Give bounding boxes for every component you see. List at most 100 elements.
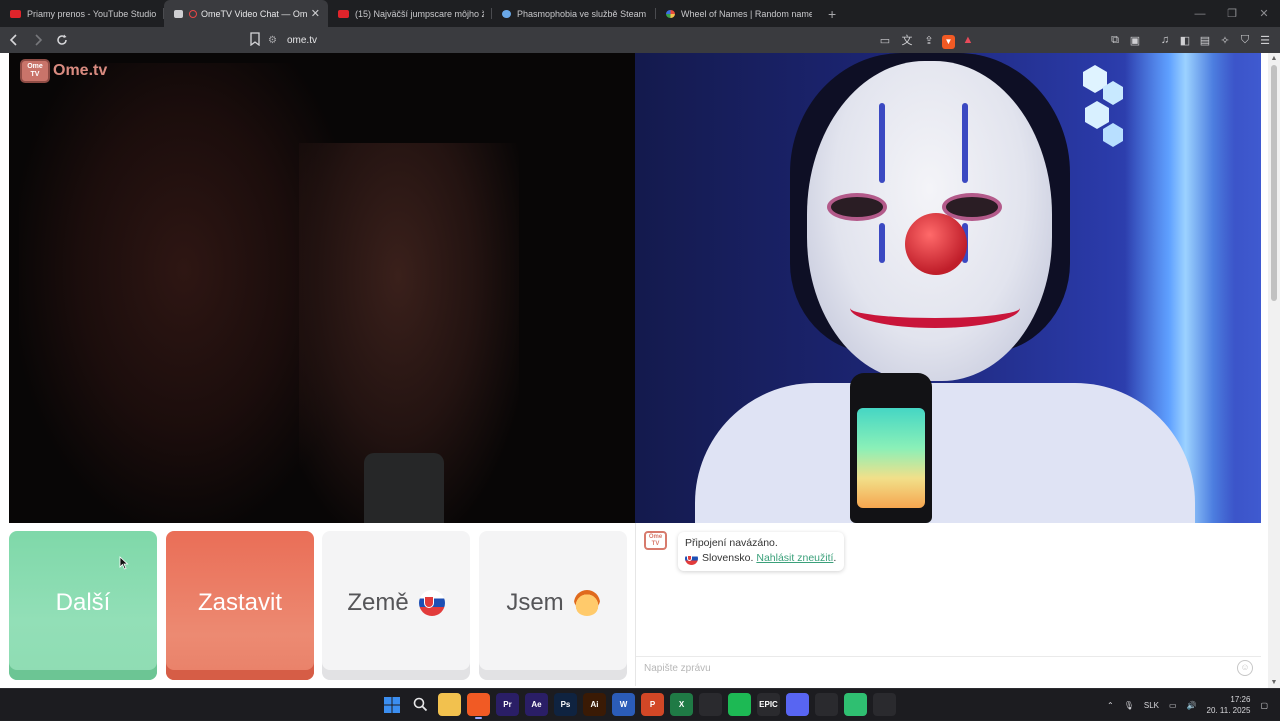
scroll-up-arrow-icon[interactable]: ▲ bbox=[1268, 55, 1280, 62]
brave-shields-icon[interactable]: ▼ bbox=[942, 34, 955, 49]
ometv-logo-text: Ome.tv bbox=[53, 62, 108, 79]
language-indicator[interactable]: SLK bbox=[1144, 701, 1159, 710]
excel-taskbar-icon[interactable]: X bbox=[670, 693, 693, 716]
tab-title: (15) Najväčší jumpscare môjho života bbox=[355, 8, 484, 19]
back-button[interactable] bbox=[4, 30, 24, 50]
translate-icon[interactable]: 文 bbox=[898, 30, 916, 50]
page-scrollbar[interactable]: ▲ ▼ bbox=[1268, 53, 1280, 688]
minimize-button[interactable]: — bbox=[1184, 0, 1216, 27]
after-effects-taskbar-icon[interactable]: Ae bbox=[525, 693, 548, 716]
cast-icon[interactable]: ▭ bbox=[876, 30, 894, 50]
report-suffix: . bbox=[833, 552, 837, 564]
sidebar-icon[interactable]: ◧ bbox=[1176, 30, 1194, 50]
tab-title: Phasmophobia ve službě Steam bbox=[517, 8, 647, 19]
gender-select-button[interactable]: Jsem bbox=[479, 531, 627, 680]
share-icon[interactable]: ⇪ bbox=[920, 30, 938, 50]
youtube-icon bbox=[338, 9, 349, 18]
forward-button[interactable] bbox=[28, 30, 48, 50]
extension-icons: ⧉ ▣ ♫ ◧ ▤ ✧ ⛉ ☰ bbox=[1106, 30, 1274, 50]
menu-icon[interactable]: ☰ bbox=[1256, 30, 1274, 50]
tab-title: Priamy prenos - YouTube Studio bbox=[27, 8, 156, 19]
extensions-icon[interactable]: ⧉ bbox=[1106, 30, 1124, 50]
ometv-logo[interactable]: Ome TV Ome.tv bbox=[20, 59, 107, 83]
clock[interactable]: 17:26 20. 11. 2025 bbox=[1207, 694, 1251, 716]
notifications-icon[interactable]: ▢ bbox=[1260, 701, 1268, 710]
forward-arrow-icon bbox=[35, 34, 43, 46]
back-arrow-icon bbox=[9, 34, 17, 46]
hexagon-lights bbox=[1083, 65, 1123, 147]
network-icon[interactable]: ▭ bbox=[1169, 701, 1177, 710]
ome-app-taskbar-icon[interactable] bbox=[844, 693, 867, 716]
tab-youtube-video[interactable]: (15) Najväčší jumpscare môjho života bbox=[328, 0, 492, 27]
reload-icon bbox=[57, 34, 67, 45]
screenshot-icon[interactable]: ▣ bbox=[1126, 30, 1144, 50]
scroll-down-arrow-icon[interactable]: ▼ bbox=[1268, 679, 1280, 686]
vpn-icon[interactable]: ⛉ bbox=[1236, 30, 1254, 50]
wheel-icon bbox=[666, 9, 675, 18]
media-icon[interactable]: ♫ bbox=[1156, 30, 1174, 50]
scrollbar-thumb[interactable] bbox=[1271, 65, 1277, 301]
chat-message-input[interactable]: Napište zprávu bbox=[636, 656, 1261, 680]
close-tab-icon[interactable]: ✕ bbox=[311, 7, 320, 20]
tab-youtube-studio[interactable]: Priamy prenos - YouTube Studio bbox=[0, 0, 164, 27]
chatgpt-taskbar-icon[interactable] bbox=[699, 693, 722, 716]
tab-wheel-of-names[interactable]: Wheel of Names | Random name picker bbox=[656, 0, 820, 27]
leo-ai-icon[interactable]: ✧ bbox=[1216, 30, 1234, 50]
wallet-icon[interactable]: ▤ bbox=[1196, 30, 1214, 50]
bookmark-icon[interactable] bbox=[249, 32, 261, 46]
file-explorer-taskbar-icon[interactable] bbox=[438, 693, 461, 716]
youtube-icon bbox=[10, 9, 21, 18]
stop-button[interactable]: Zastavit bbox=[166, 531, 314, 680]
report-abuse-link[interactable]: Nahlásit zneužití bbox=[756, 551, 833, 566]
address-bar-actions: ▭ 文 ⇪ ▼ ▲ bbox=[876, 30, 977, 50]
close-window-button[interactable]: ✕ bbox=[1248, 0, 1280, 27]
own-camera-video bbox=[635, 53, 1261, 523]
windows-start-taskbar-icon[interactable] bbox=[380, 693, 403, 716]
url-text: ome.tv bbox=[286, 34, 317, 46]
country-button-label: Země bbox=[347, 588, 409, 616]
restore-button[interactable]: ❐ bbox=[1216, 0, 1248, 27]
next-button-label: Další bbox=[55, 588, 111, 616]
tab-title: Wheel of Names | Random name picker bbox=[681, 8, 812, 19]
chat-panel: Ome TV Připojení navázáno. Slovensko. Na… bbox=[635, 523, 1261, 686]
terminal-taskbar-icon[interactable] bbox=[873, 693, 896, 716]
next-button[interactable]: Další bbox=[9, 531, 157, 680]
premiere-pro-taskbar-icon[interactable]: Pr bbox=[496, 693, 519, 716]
tab-strip: Priamy prenos - YouTube Studio OmeTV Vid… bbox=[0, 0, 1280, 27]
steam-icon bbox=[502, 9, 511, 18]
country-select-button[interactable]: Země bbox=[322, 531, 470, 680]
window-controls: — ❐ ✕ bbox=[1184, 0, 1280, 27]
tab-steam[interactable]: Phasmophobia ve službě Steam bbox=[492, 0, 656, 27]
epic-games-taskbar-icon[interactable]: EPIC bbox=[757, 693, 780, 716]
tab-audio-icon bbox=[174, 9, 183, 18]
country-text: Slovensko. bbox=[702, 552, 754, 564]
discord-taskbar-icon[interactable] bbox=[786, 693, 809, 716]
emoji-picker-icon[interactable]: ☺ bbox=[1237, 660, 1253, 676]
tab-ometv[interactable]: OmeTV Video Chat — Omegle ✕ bbox=[164, 0, 328, 27]
volume-icon[interactable]: 🔊 bbox=[1187, 701, 1197, 710]
reload-button[interactable] bbox=[52, 30, 72, 50]
new-tab-button[interactable]: + bbox=[820, 0, 844, 27]
word-taskbar-icon[interactable]: W bbox=[612, 693, 635, 716]
brave-browser-taskbar-icon[interactable] bbox=[467, 693, 490, 719]
site-settings-icon[interactable]: ⚙ bbox=[268, 35, 277, 46]
connected-text: Připojení navázáno. bbox=[685, 537, 778, 549]
chat-input-placeholder: Napište zprávu bbox=[644, 663, 711, 674]
ometv-chat-icon: Ome TV bbox=[644, 531, 667, 550]
brave-rewards-icon[interactable]: ▲ bbox=[959, 30, 977, 50]
illustrator-taskbar-icon[interactable]: Ai bbox=[583, 693, 606, 716]
gender-button-label: Jsem bbox=[506, 588, 564, 616]
ometv-page: Ome TV Ome.tv Další Zastavit Země Jsem O… bbox=[0, 53, 1280, 688]
photoshop-taskbar-icon[interactable]: Ps bbox=[554, 693, 577, 716]
powerpoint-taskbar-icon[interactable]: P bbox=[641, 693, 664, 716]
system-message: Připojení navázáno. Slovensko. Nahlásit … bbox=[678, 532, 845, 571]
recording-icon bbox=[189, 9, 197, 18]
tray-overflow-icon[interactable]: ⌃ bbox=[1107, 701, 1114, 710]
search-taskbar-icon[interactable] bbox=[409, 693, 432, 716]
spotify-taskbar-icon[interactable] bbox=[728, 693, 751, 716]
microphone-icon[interactable]: 🎙 bbox=[1124, 701, 1134, 710]
steam-taskbar-icon[interactable] bbox=[815, 693, 838, 716]
tab-title: OmeTV Video Chat — Omegle bbox=[201, 8, 307, 19]
clock-time: 17:26 bbox=[1230, 695, 1251, 704]
system-tray: ⌃ 🎙 SLK ▭ 🔊 17:26 20. 11. 2025 ▢ bbox=[1107, 689, 1268, 721]
